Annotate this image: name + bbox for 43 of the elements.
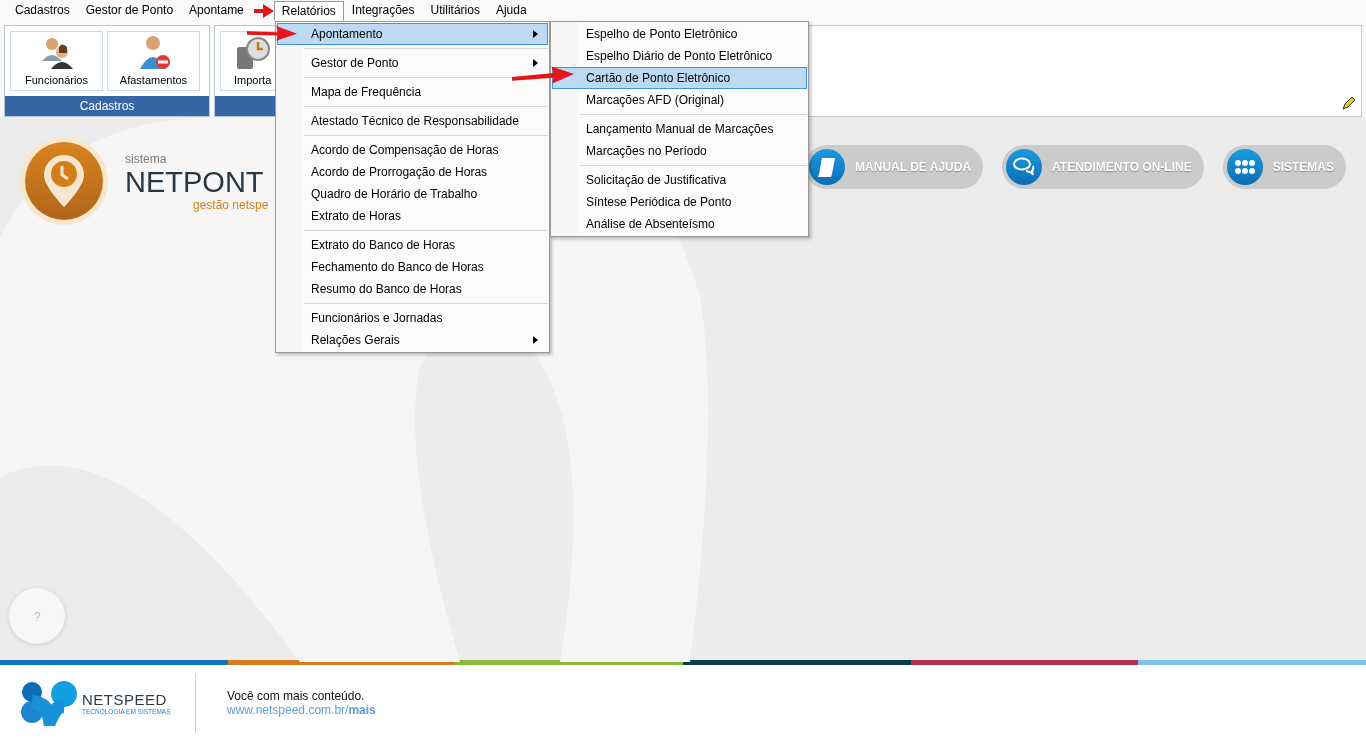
menu-item[interactable]: Extrato do Banco de Horas	[277, 234, 548, 256]
menu-item[interactable]: Análise de Absenteísmo	[552, 213, 807, 235]
clock-device-icon	[234, 35, 270, 71]
annotation-arrow	[512, 65, 574, 85]
menu-bar-item[interactable]: Relatórios	[273, 1, 344, 21]
menu-item[interactable]: Funcionários e Jornadas	[277, 307, 548, 329]
brand-name: NETSPEED	[82, 691, 168, 708]
menu-item[interactable]: Marcações AFD (Original)	[552, 89, 807, 111]
annotation-arrow	[254, 4, 274, 18]
chat-icon	[1013, 156, 1036, 178]
logo-tagline: gestão netspe	[193, 198, 269, 212]
menu-bar-item[interactable]: Integrações	[343, 1, 423, 19]
menu-item[interactable]: Fechamento do Banco de Horas	[277, 256, 548, 278]
menu-item[interactable]: Síntese Periódica de Ponto	[552, 191, 807, 213]
menu-item[interactable]: Marcações no Período	[552, 140, 807, 162]
menu-item[interactable]: Cartão de Ponto Eletrônico	[552, 67, 807, 89]
menu-bar-item[interactable]: Cadastros	[7, 1, 78, 19]
menu-bar-item[interactable]: Ajuda	[487, 1, 535, 19]
menu-bar-item[interactable]: Gestor de Ponto	[77, 1, 182, 19]
menu-item[interactable]: Espelho Diário de Ponto Eletrônico	[552, 45, 807, 67]
menu-item[interactable]: Apontamento	[277, 23, 548, 45]
annotation-arrow	[247, 24, 297, 42]
menu-item[interactable]: Lançamento Manual de Marcações	[552, 118, 807, 140]
menu-item[interactable]: Resumo do Banco de Horas	[277, 278, 548, 300]
grid-dots-icon	[1233, 159, 1256, 175]
footer-message: Você com mais conteúdo.	[227, 689, 366, 703]
menu-bar-item[interactable]: Apontame	[181, 1, 252, 19]
menu-item[interactable]: Acordo de Compensação de Horas	[277, 139, 548, 161]
logo-caption: sistema	[125, 152, 168, 166]
menu-item[interactable]: Solicitação de Justificativa	[552, 169, 807, 191]
netspeed-logo-icon	[20, 680, 78, 726]
menu-item[interactable]: Relações Gerais	[277, 329, 548, 351]
ribbon-button[interactable]: Afastamentos	[107, 31, 200, 91]
menu-item[interactable]: Extrato de Horas	[277, 205, 548, 227]
ribbon-button[interactable]: Funcionários	[10, 31, 103, 91]
menu-item[interactable]: Atestado Técnico de Responsabilidade	[277, 110, 548, 132]
pencil-icon	[1341, 97, 1355, 111]
ribbon-group-bar: Cadastros	[5, 96, 209, 116]
menu-item[interactable]: Quadro de Horário de Trabalho	[277, 183, 548, 205]
menu-bar-item[interactable]: Utilitários	[422, 1, 488, 19]
logo-wordmark: NETPONT	[125, 166, 265, 198]
menu-item[interactable]: Espelho de Ponto Eletrônico	[552, 23, 807, 45]
menu-item[interactable]: Acordo de Prorrogação de Horas	[277, 161, 548, 183]
